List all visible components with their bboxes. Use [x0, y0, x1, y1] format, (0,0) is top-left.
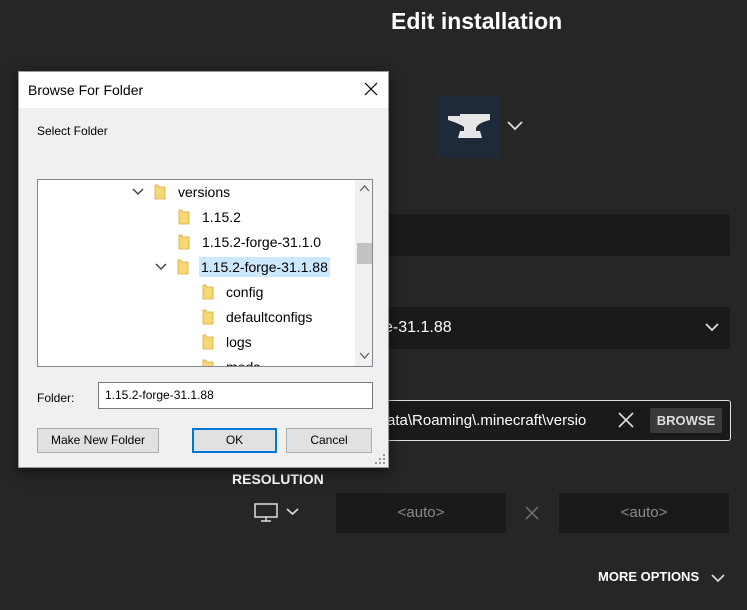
tree-item-mods[interactable]: mods [202, 355, 262, 367]
tree-item-label: mods [226, 359, 261, 367]
tree-item-label: 1.15.2-forge-31.1.88 [199, 257, 330, 277]
tree-scrollbar[interactable] [355, 180, 372, 366]
tree-item-label: config [226, 284, 264, 300]
tree-item-label: versions [178, 184, 231, 200]
times-icon [525, 506, 539, 520]
tree-item-label: logs [226, 334, 252, 350]
scroll-up-icon[interactable] [359, 184, 370, 192]
installation-icon-button[interactable] [437, 96, 500, 158]
tree-item-versions[interactable]: versions [132, 180, 232, 204]
scroll-thumb[interactable] [357, 243, 372, 264]
folder-icon [202, 309, 214, 325]
tree-item-logs[interactable]: logs [202, 330, 254, 354]
dialog-title: Browse For Folder [28, 82, 144, 98]
resolution-height-input[interactable]: <auto> [559, 493, 729, 533]
folder-icon [178, 209, 190, 225]
clear-icon[interactable] [617, 411, 635, 429]
resolution-width-input[interactable]: <auto> [336, 493, 506, 533]
version-value: e-31.1.88 [384, 319, 452, 336]
name-field[interactable] [370, 214, 730, 256]
chevron-down-icon[interactable] [132, 187, 144, 197]
version-select[interactable]: e-31.1.88 [370, 307, 730, 349]
folder-icon [202, 359, 214, 366]
tree-item-1.15.2-forge-31.1.0[interactable]: 1.15.2-forge-31.1.0 [178, 230, 323, 254]
resize-grip-icon[interactable] [374, 453, 386, 465]
dialog-titlebar[interactable]: Browse For Folder [19, 72, 388, 108]
chevron-down-icon[interactable] [155, 262, 167, 272]
folder-input[interactable]: 1.15.2-forge-31.1.88 [98, 382, 373, 409]
more-options-chevron-icon[interactable] [710, 573, 726, 583]
tree-item-defaultconfigs[interactable]: defaultconfigs [202, 305, 314, 329]
dialog-subtitle: Select Folder [37, 124, 108, 138]
folder-icon [178, 234, 190, 250]
page-title: Edit installation [391, 8, 563, 34]
icon-chevron-down-icon[interactable] [506, 118, 524, 132]
chevron-down-icon [705, 323, 719, 332]
game-directory-value: ata\Roaming\.minecraft\versio [387, 412, 587, 429]
monitor-icon[interactable] [254, 503, 278, 523]
folder-icon [154, 184, 166, 200]
tree-item-1.15.2[interactable]: 1.15.2 [178, 205, 243, 229]
game-directory-field[interactable]: ata\Roaming\.minecraft\versio BROWSE [370, 400, 731, 441]
cancel-button[interactable]: Cancel [286, 428, 372, 453]
folder-icon [202, 284, 214, 300]
resolution-chevron-down-icon[interactable] [285, 506, 300, 517]
scroll-down-icon[interactable] [359, 352, 370, 360]
tree-item-label: 1.15.2 [202, 209, 241, 225]
browse-button[interactable]: BROWSE [650, 408, 722, 433]
folder-icon [202, 334, 214, 350]
more-options-button[interactable]: MORE OPTIONS [598, 569, 699, 584]
tree-item-label: 1.15.2-forge-31.1.0 [202, 234, 322, 250]
tree-item-1.15.2-forge-31.1.88[interactable]: 1.15.2-forge-31.1.88 [155, 255, 330, 279]
folder-label: Folder: [37, 391, 75, 405]
resolution-label: RESOLUTION [232, 471, 324, 487]
folder-icon [177, 259, 189, 275]
anvil-icon [447, 114, 490, 138]
folder-tree[interactable]: versions 1.15.2 1.15.2-forge-31.1.0 1.15… [37, 179, 373, 367]
tree-item-label: defaultconfigs [226, 309, 313, 325]
make-new-folder-button[interactable]: Make New Folder [37, 428, 159, 453]
tree-item-config[interactable]: config [202, 280, 265, 304]
close-icon[interactable] [364, 82, 378, 96]
browse-folder-dialog: Browse For Folder Select Folder versions… [18, 71, 389, 468]
ok-button[interactable]: OK [192, 428, 277, 453]
